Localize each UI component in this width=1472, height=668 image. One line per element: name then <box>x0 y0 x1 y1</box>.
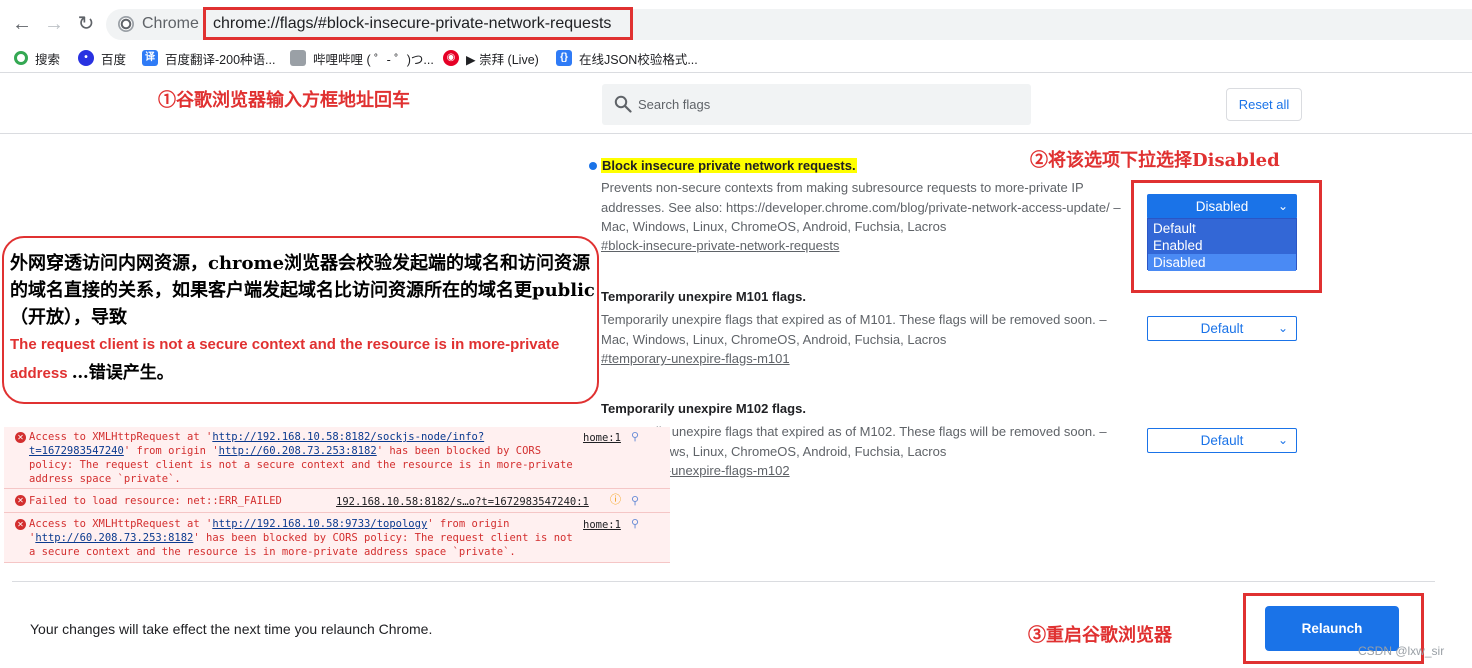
devtools-console-errors: ✕ Access to XMLHttpRequest at 'http://19… <box>4 427 670 563</box>
flag-title-block-insecure: Block insecure private network requests. <box>601 158 857 173</box>
search-circle-icon <box>14 51 28 65</box>
select-highlight-box <box>1131 180 1322 293</box>
annotation-step-3: ③重启谷歌浏览器 <box>1028 625 1172 646</box>
magnify-icon[interactable]: ⚲ <box>631 517 639 531</box>
error-x-icon: ✕ <box>15 519 26 530</box>
flag-select-m101[interactable]: Default ⌄ <box>1147 316 1297 341</box>
reset-all-button[interactable]: Reset all <box>1226 88 1302 121</box>
toolbar-divider <box>0 72 1472 73</box>
json-tool-icon: {} <box>556 50 572 66</box>
chrome-logo-icon <box>118 16 134 32</box>
flag-description-m102: Temporarily unexpire flags that expired … <box>601 424 1107 459</box>
bookmark-netease-music[interactable]: ◉ ▶ 崇拜 (Live) <box>443 48 539 68</box>
flag-description-m101: Temporarily unexpire flags that expired … <box>601 312 1107 347</box>
console-source-link[interactable]: 192.168.10.58:8182/s…o?t=1672983547240:1 <box>336 495 589 509</box>
csdn-watermark: CSDN @lxw_sir <box>1358 644 1445 658</box>
search-flags-input[interactable] <box>638 92 1018 116</box>
error-x-icon: ✕ <box>15 432 26 443</box>
bookmark-baidu-translate[interactable]: 译 百度翻译-200种语... <box>142 48 275 68</box>
bookmark-search[interactable]: 搜索 <box>14 48 60 68</box>
console-error-row: ✕ Access to XMLHttpRequest at 'http://19… <box>4 513 670 563</box>
flag-title-m102: Temporarily unexpire M102 flags. <box>601 401 806 416</box>
chrome-chip-label: Chrome <box>142 15 199 32</box>
error-x-icon: ✕ <box>15 495 26 506</box>
netease-music-icon: ◉ <box>443 50 459 66</box>
bilibili-icon <box>290 50 306 66</box>
flag-permalink-block-insecure[interactable]: #block-insecure-private-network-requests <box>601 238 839 253</box>
magnify-icon[interactable]: ⚲ <box>631 430 639 444</box>
flag-select-m102[interactable]: Default ⌄ <box>1147 428 1297 453</box>
forward-arrow-icon[interactable]: → <box>43 13 65 35</box>
explanation-error-text: The request client is not a secure conte… <box>10 336 560 383</box>
chevron-down-icon: ⌄ <box>1277 321 1288 335</box>
console-error-row: ✕ Access to XMLHttpRequest at 'http://19… <box>4 427 670 489</box>
header-divider <box>0 133 1472 134</box>
relaunch-message: Your changes will take effect the next t… <box>30 621 433 637</box>
bookmark-baidu[interactable]: • 百度 <box>78 48 126 68</box>
back-arrow-icon[interactable]: ← <box>11 13 33 35</box>
console-source-link[interactable]: home:1 <box>583 431 621 445</box>
baidu-translate-icon: 译 <box>142 50 158 66</box>
flag-title-m101: Temporarily unexpire M101 flags. <box>601 289 806 304</box>
footer-divider <box>12 581 1435 582</box>
search-icon <box>614 95 632 113</box>
warning-info-icon: ⓘ <box>610 493 621 506</box>
flag-permalink-m101[interactable]: #temporary-unexpire-flags-m101 <box>601 351 790 366</box>
chevron-down-icon: ⌄ <box>1277 433 1288 447</box>
modified-flag-dot <box>589 162 597 170</box>
magnify-icon[interactable]: ⚲ <box>631 494 639 508</box>
explanation-chinese-text: 外网穿透访问内网资源，chrome浏览器会校验发起端的域名和访问资源的域名直接的… <box>10 253 595 328</box>
bookmark-bilibili[interactable]: 哔哩哔哩 ( ゜- ゜)つ... <box>290 48 434 68</box>
bookmark-json-tool[interactable]: {} 在线JSON校验格式... <box>556 48 698 68</box>
baidu-paw-icon: • <box>78 50 94 66</box>
annotation-step-2: ②将该选项下拉选择Disabled <box>1030 150 1280 171</box>
annotation-step-1: ①谷歌浏览器输入方框地址回车 <box>158 90 410 111</box>
reload-icon[interactable]: ↻ <box>75 13 97 35</box>
url-highlight-box <box>203 7 633 40</box>
console-error-row: ✕ Failed to load resource: net::ERR_FAIL… <box>4 489 670 513</box>
flag-description-block-insecure: Prevents non-secure contexts from making… <box>601 180 1121 234</box>
console-source-link[interactable]: home:1 <box>583 518 621 532</box>
